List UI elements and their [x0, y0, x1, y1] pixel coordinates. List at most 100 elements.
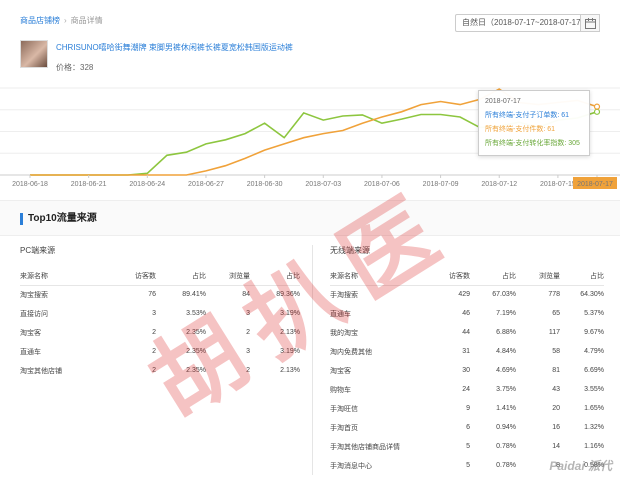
breadcrumb-separator: ›: [64, 16, 67, 25]
pc-source-panel: PC端来源 来源名称 访客数 占比 浏览量 占比 淘宝搜索 76 89.41% 84 89.36…: [20, 245, 300, 380]
pc-table-row[interactable]: 直通车 2 2.35% 3 3.19%: [20, 342, 300, 361]
wireless-cell: 0.94%: [496, 424, 516, 431]
wireless-source-name: 手淘其他店铺商品详情: [330, 443, 400, 451]
wireless-table-row[interactable]: 手淘其他店铺商品详情 5 0.78% 14 1.16%: [330, 437, 604, 456]
x-tick-label: 2018-07-17: [577, 181, 613, 188]
panel-divider: [312, 245, 313, 475]
series-point-0[interactable]: [593, 108, 601, 115]
x-tick-label: 2018-07-15: [540, 181, 576, 188]
product-name-link[interactable]: CHRISUNO嘻哈街舞潮牌 束脚男裤休闲裤长裤夏宽松韩国版运动裤: [56, 42, 293, 53]
pc-cell: 2.13%: [280, 329, 300, 336]
wireless-cell: 67.03%: [492, 291, 516, 299]
pc-table-row[interactable]: 淘宝其他店铺 2 2.35% 2 2.13%: [20, 361, 300, 380]
wireless-cell: 6: [466, 424, 470, 431]
wireless-col-header[interactable]: 来源名称: [330, 268, 426, 286]
pc-cell: 3.19%: [280, 348, 300, 355]
wireless-source-name: 购物车: [330, 386, 351, 394]
wireless-source-name: 手淘旺信: [330, 405, 358, 413]
pc-table-header: 来源名称 访客数 占比 浏览量 占比: [20, 268, 300, 286]
pc-cell: 3.53%: [186, 310, 206, 317]
wireless-table-row[interactable]: 购物车 24 3.75% 43 3.55%: [330, 380, 604, 399]
wireless-cell: 4.84%: [496, 348, 516, 355]
pc-col-header[interactable]: 访客数: [108, 268, 156, 286]
pc-cell: 2: [246, 329, 250, 336]
wireless-source-panel: 无线端来源 来源名称 访客数 占比 浏览量 占比 手淘搜索 429 67.03% 778 64.…: [330, 245, 604, 475]
pc-panel-title: PC端来源: [20, 246, 56, 255]
traffic-source-section-header: Top10流量来源: [0, 200, 620, 236]
wireless-table-row[interactable]: 手淘首页 6 0.94% 16 1.32%: [330, 418, 604, 437]
x-tick-label: 2018-06-18: [12, 181, 48, 188]
wireless-cell: 31: [462, 348, 470, 355]
breadcrumb: 商品店铺榜 › 商品详情: [20, 15, 103, 26]
wireless-cell: 5: [466, 462, 470, 469]
wireless-col-header[interactable]: 浏览量: [516, 268, 560, 286]
wireless-cell: 5.37%: [584, 310, 604, 317]
wireless-cell: 1.65%: [584, 405, 604, 412]
wireless-table-row[interactable]: 淘内免费其他 31 4.84% 58 4.79%: [330, 342, 604, 361]
wireless-source-table: 来源名称 访客数 占比 浏览量 占比 手淘搜索 429 67.03% 778 64.30% 直通车…: [330, 268, 604, 475]
wireless-panel-title: 无线端来源: [330, 246, 370, 255]
wireless-cell: 81: [552, 367, 560, 374]
wireless-table-header: 来源名称 访客数 占比 浏览量 占比: [330, 268, 604, 286]
pc-table-row[interactable]: 淘宝客 2 2.35% 2 2.13%: [20, 323, 300, 342]
wireless-table-row[interactable]: 手淘搜索 429 67.03% 778 64.30%: [330, 285, 604, 304]
pc-col-header[interactable]: 浏览量: [206, 268, 250, 286]
date-range-picker[interactable]: 自然日（2018-07-17~2018-07-17）: [455, 14, 600, 32]
pc-cell: 2.35%: [186, 329, 206, 336]
pc-source-name: 淘宝搜索: [20, 291, 48, 299]
wireless-source-name: 手淘搜索: [330, 291, 358, 299]
pc-cell: 2: [152, 367, 156, 374]
pc-table-row[interactable]: 淘宝搜索 76 89.41% 84 89.36%: [20, 285, 300, 304]
wireless-cell: 43: [552, 386, 560, 393]
wireless-col-header[interactable]: 占比: [470, 268, 516, 286]
wireless-cell: 4.79%: [584, 348, 604, 355]
breadcrumb-parent-link[interactable]: 商品店铺榜: [20, 16, 60, 25]
wireless-cell: 64.30%: [580, 291, 604, 299]
wireless-cell: 20: [552, 405, 560, 412]
pc-cell: 2: [152, 348, 156, 355]
series-point-1[interactable]: [593, 103, 601, 110]
pc-cell: 89.36%: [276, 291, 300, 299]
wireless-table-row[interactable]: 我的淘宝 44 6.88% 117 9.67%: [330, 323, 604, 342]
wireless-cell: 30: [462, 367, 470, 374]
wireless-source-name: 直通车: [330, 310, 351, 318]
pc-col-header[interactable]: 占比: [156, 268, 206, 286]
pc-source-name: 直接访问: [20, 310, 48, 318]
calendar-icon[interactable]: [580, 14, 600, 32]
x-tick-label: 2018-07-09: [423, 181, 459, 188]
pc-source-table: 来源名称 访客数 占比 浏览量 占比 淘宝搜索 76 89.41% 84 89.36% 直接访问 3…: [20, 268, 300, 380]
wireless-cell: 16: [552, 424, 560, 431]
wireless-table-row[interactable]: 淘宝客 30 4.69% 81 6.69%: [330, 361, 604, 380]
wireless-source-name: 手淘消息中心: [330, 462, 372, 470]
wireless-col-header[interactable]: 占比: [560, 268, 604, 286]
pc-cell: 76: [148, 291, 156, 299]
wireless-source-name: 淘内免费其他: [330, 348, 372, 356]
x-tick-label: 2018-07-06: [364, 181, 400, 188]
pc-table-row[interactable]: 直接访问 3 3.53% 3 3.19%: [20, 304, 300, 323]
wireless-table-row[interactable]: 手淘旺信 9 1.41% 20 1.65%: [330, 399, 604, 418]
pc-source-name: 淘宝其他店铺: [20, 367, 62, 375]
wireless-cell: 65: [552, 310, 560, 317]
wireless-col-header[interactable]: 访客数: [426, 268, 470, 286]
x-tick-label: 2018-06-27: [188, 181, 224, 188]
pc-cell: 2.13%: [280, 367, 300, 374]
wireless-cell: 1.32%: [584, 424, 604, 431]
pc-cell: 3: [152, 310, 156, 317]
tooltip-date: 2018-07-17: [485, 98, 521, 105]
pc-cell: 3: [246, 310, 250, 317]
breadcrumb-current: 商品详情: [70, 16, 103, 25]
wireless-cell: 44: [462, 329, 470, 336]
product-thumbnail[interactable]: [20, 40, 48, 68]
tooltip-row-conversion: 所有终端-支付转化率指数: 305: [485, 140, 580, 147]
pc-col-header[interactable]: 来源名称: [20, 268, 108, 286]
wireless-cell: 1.16%: [584, 443, 604, 450]
pc-col-header[interactable]: 占比: [250, 268, 300, 286]
wireless-cell: 6.69%: [584, 367, 604, 374]
x-tick-label: 2018-06-30: [247, 181, 283, 188]
paidai-logo: Paidai 派代: [549, 459, 612, 473]
wireless-cell: 14: [552, 443, 560, 450]
wireless-table-row[interactable]: 直通车 46 7.19% 65 5.37%: [330, 304, 604, 323]
wireless-source-name: 淘宝客: [330, 367, 351, 375]
wireless-cell: 6.88%: [496, 329, 516, 336]
product-price: 价格：328: [56, 63, 94, 72]
